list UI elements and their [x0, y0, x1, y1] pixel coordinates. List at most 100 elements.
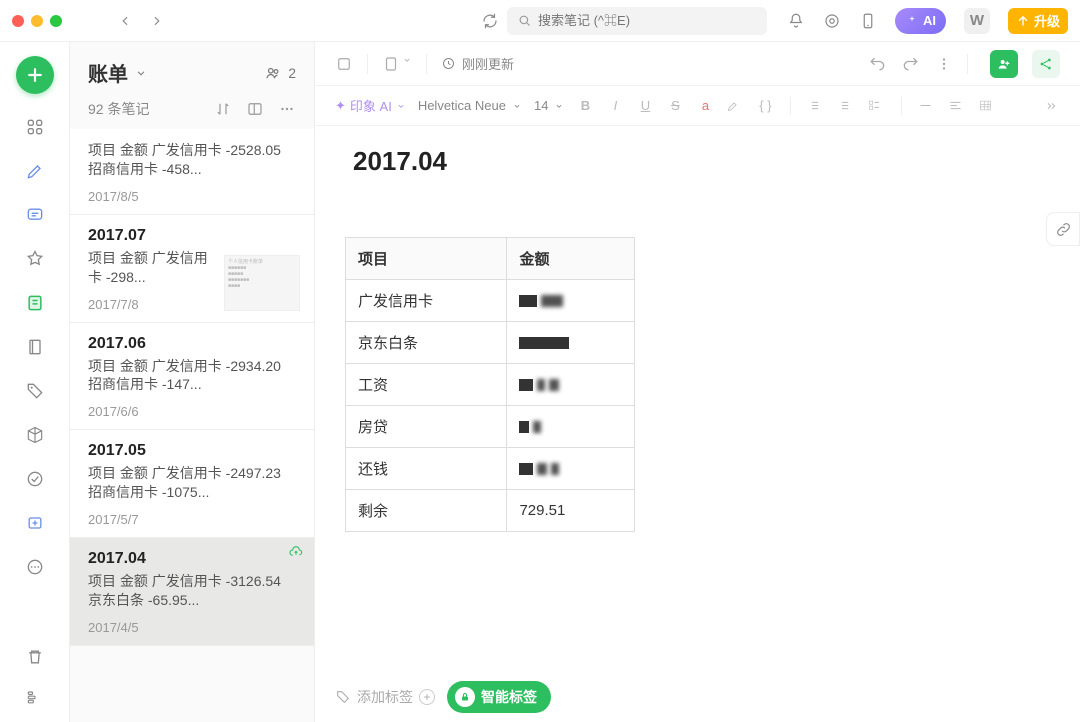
color-button[interactable]: a	[696, 98, 714, 113]
note-item-preview: 项目 金额 广发信用卡 -2528.05 招商信用卡 -458...	[88, 141, 296, 179]
italic-button[interactable]: I	[606, 98, 624, 113]
notes-icon[interactable]	[24, 292, 46, 314]
code-button[interactable]: { }	[756, 98, 774, 113]
size-select[interactable]: 14	[534, 98, 564, 113]
collect-icon[interactable]	[24, 512, 46, 534]
sync-icon[interactable]	[481, 12, 499, 30]
note-count: 92 条笔记	[88, 99, 149, 119]
add-tag-button[interactable]: 添加标签 +	[335, 687, 435, 707]
note-item-preview: 项目 金额 广发信用卡 -2934.20 招商信用卡 -147...	[88, 357, 296, 395]
notebook-title[interactable]: 账单	[88, 58, 148, 87]
updated-label: 刚刚更新	[441, 54, 514, 73]
table-row[interactable]: 京东白条	[346, 322, 635, 364]
lock-icon	[455, 687, 475, 707]
underline-button[interactable]: U	[636, 98, 654, 113]
nav-forward-button[interactable]	[150, 14, 164, 28]
search-icon	[517, 13, 532, 28]
cell-amount	[507, 364, 635, 406]
note-item-title: 2017.05	[88, 442, 296, 460]
people-count: 2	[288, 65, 296, 81]
editor-more-button[interactable]	[935, 55, 953, 73]
note-item-title: 2017.06	[88, 335, 296, 353]
link-fab-button[interactable]	[1046, 212, 1080, 246]
align-button[interactable]	[948, 98, 966, 113]
note-list-item[interactable]: 2017.04项目 金额 广发信用卡 -3126.54 京东白条 -65.95.…	[70, 538, 314, 646]
format-ai-button[interactable]: ✦ 印象 AI	[335, 96, 406, 115]
clock-icon	[441, 56, 456, 71]
table-row[interactable]: 还钱	[346, 448, 635, 490]
document-title[interactable]: 2017.04	[345, 146, 1050, 177]
note-list-item[interactable]: 2017.06 项目 金额 广发信用卡 -2934.20 招商信用卡 -147..…	[70, 323, 314, 431]
expand-icon[interactable]	[335, 55, 353, 73]
plus-icon: +	[419, 689, 435, 705]
layout-button[interactable]	[246, 100, 264, 118]
target-icon[interactable]	[823, 12, 841, 30]
note-item-date: 2017/8/5	[88, 189, 296, 204]
cell-amount: 729.51	[507, 490, 635, 532]
table-row[interactable]: 房贷	[346, 406, 635, 448]
note-item-title: 2017.07	[88, 227, 296, 245]
note-item-date: 2017/5/7	[88, 512, 296, 527]
share-button[interactable]	[1032, 50, 1060, 78]
search-field[interactable]	[538, 13, 757, 28]
table-row[interactable]: 剩余729.51	[346, 490, 635, 532]
upgrade-label: 升级	[1034, 11, 1060, 30]
add-people-button[interactable]	[990, 50, 1018, 78]
cube-icon[interactable]	[24, 424, 46, 446]
check-circle-icon[interactable]	[24, 468, 46, 490]
cell-amount	[507, 322, 635, 364]
list-ol-button[interactable]	[837, 98, 855, 113]
table-row[interactable]: 工资	[346, 364, 635, 406]
checklist-button[interactable]	[867, 98, 885, 113]
trash-icon[interactable]	[24, 646, 46, 668]
highlight-button[interactable]	[726, 98, 744, 113]
people-icon	[264, 64, 282, 82]
cell-item: 广发信用卡	[346, 280, 507, 322]
format-more-button[interactable]	[1042, 98, 1060, 114]
grid-icon[interactable]	[24, 116, 46, 138]
close-window-button[interactable]	[12, 15, 24, 27]
nav-back-button[interactable]	[118, 14, 132, 28]
ai-button[interactable]: AI	[895, 8, 946, 34]
hr-button[interactable]	[918, 98, 936, 113]
new-note-button[interactable]	[16, 56, 54, 94]
minimize-window-button[interactable]	[31, 15, 43, 27]
note-list-item[interactable]: 2017.05项目 金额 广发信用卡 -2497.23 招商信用卡 -1075.…	[70, 430, 314, 538]
strike-button[interactable]: S	[666, 98, 684, 113]
cell-amount	[507, 406, 635, 448]
table-row[interactable]: 广发信用卡	[346, 280, 635, 322]
zoom-window-button[interactable]	[50, 15, 62, 27]
book-icon[interactable]	[24, 336, 46, 358]
font-select[interactable]: Helvetica Neue	[418, 98, 522, 113]
cell-item: 工资	[346, 364, 507, 406]
star-icon[interactable]	[24, 248, 46, 270]
ai-label: AI	[923, 13, 936, 28]
data-table[interactable]: 项目 金额 广发信用卡京东白条工资房贷还钱剩余729.51	[345, 237, 635, 532]
search-input[interactable]	[507, 7, 767, 35]
ai-chat-icon[interactable]	[24, 204, 46, 226]
upgrade-button[interactable]: 升级	[1008, 8, 1068, 34]
bell-icon[interactable]	[787, 12, 805, 30]
settings-icon[interactable]	[24, 686, 46, 708]
note-mode-icon[interactable]	[382, 55, 412, 73]
ai-pencil-icon[interactable]	[24, 160, 46, 182]
sort-button[interactable]	[214, 100, 232, 118]
w-badge[interactable]: W	[964, 8, 990, 34]
note-list-item[interactable]: 2017.07项目 金额 广发信用卡 -298...个人信用卡账单■■■■■■■…	[70, 215, 314, 323]
th-item: 项目	[346, 238, 507, 280]
format-toolbar: ✦ 印象 AI Helvetica Neue 14 B I U S a { }	[315, 86, 1080, 126]
redo-button[interactable]	[901, 54, 921, 74]
tag-outline-icon	[335, 689, 351, 705]
tag-icon[interactable]	[24, 380, 46, 402]
bold-button[interactable]: B	[576, 98, 594, 113]
list-ul-button[interactable]	[807, 98, 825, 113]
list-more-button[interactable]	[278, 100, 296, 118]
note-item-date: 2017/4/5	[88, 620, 296, 635]
note-list-item[interactable]: 项目 金额 广发信用卡 -2528.05 招商信用卡 -458... 2017/8…	[70, 129, 314, 215]
more-icon[interactable]	[24, 556, 46, 578]
table-button[interactable]	[978, 98, 996, 113]
undo-button[interactable]	[867, 54, 887, 74]
arrow-up-icon	[1016, 14, 1030, 28]
smart-tag-button[interactable]: 智能标签	[447, 681, 551, 713]
phone-icon[interactable]	[859, 12, 877, 30]
